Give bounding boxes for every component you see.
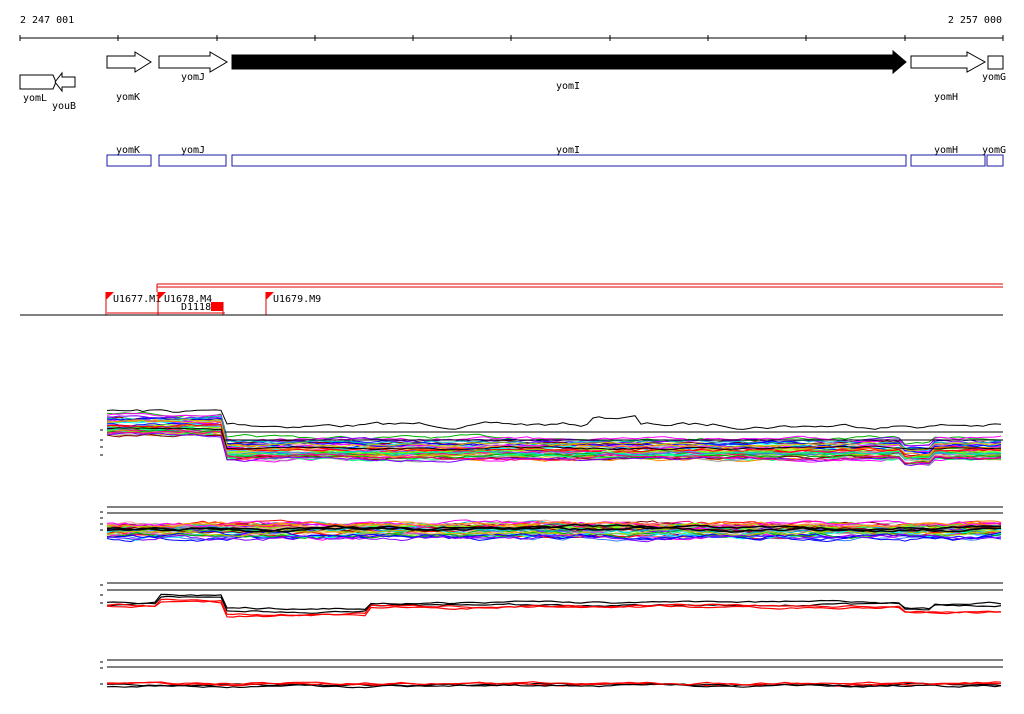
gene-label-yomI: yomI xyxy=(556,81,580,92)
gene-label-yomH: yomH xyxy=(934,92,958,103)
transcript-label-yomJ: yomJ xyxy=(181,145,205,156)
gene-arrow-youB xyxy=(54,71,76,93)
marker-block xyxy=(211,302,223,311)
gene-arrow-yomJ xyxy=(158,51,228,73)
gene-yomH[interactable]: yomH xyxy=(910,51,987,103)
transcript-yomH[interactable]: yomH xyxy=(910,145,986,167)
transcript-box-yomG xyxy=(986,154,1004,167)
profile-line xyxy=(106,409,1002,430)
gene-track: yomL youB yomK yomJ yomI yomH yomG xyxy=(19,49,1006,112)
marker-label-U1677: U1677.M1 xyxy=(113,294,161,305)
gene-yomK[interactable]: yomK xyxy=(106,51,152,103)
expression-panel-1 xyxy=(100,409,1003,467)
expression-panel-2 xyxy=(100,506,1003,543)
gene-label-yomJ: yomJ xyxy=(181,72,205,83)
transcript-yomI[interactable]: yomI xyxy=(231,145,907,167)
transcript-box-yomI xyxy=(231,154,907,167)
transcript-label-yomK: yomK xyxy=(116,145,140,156)
ruler-start-label: 2 247 001 xyxy=(20,15,74,26)
marker-track: U1677.M1 U1678.M4 D1118 U1679.M9 xyxy=(20,283,1003,316)
gene-youB[interactable]: youB xyxy=(52,71,76,112)
transcript-box-yomH xyxy=(910,154,986,167)
gene-arrow-yomH xyxy=(910,51,987,73)
marker-label-D1118: D1118 xyxy=(181,302,211,313)
gene-arrow-yomK xyxy=(106,51,152,73)
gene-label-yomL: yomL xyxy=(23,93,47,104)
transcript-label-yomG: yomG xyxy=(982,145,1006,156)
transcript-yomG[interactable]: yomG xyxy=(982,145,1006,167)
expression-panel-3 xyxy=(100,582,1003,618)
transcript-yomJ[interactable]: yomJ xyxy=(158,145,227,167)
gene-yomJ[interactable]: yomJ xyxy=(158,51,228,83)
marker-U1677[interactable]: U1677.M1 xyxy=(105,292,161,315)
gene-label-yomG: yomG xyxy=(982,72,1006,83)
ruler-end-label: 2 257 000 xyxy=(948,15,1002,26)
gene-label-yomK: yomK xyxy=(116,92,140,103)
marker-U1679[interactable]: U1679.M9 xyxy=(265,292,321,315)
transcript-track: yomK yomJ yomI yomH yomG xyxy=(106,145,1006,167)
gene-yomL[interactable]: yomL xyxy=(19,74,57,104)
marker-label-U1679: U1679.M9 xyxy=(273,294,321,305)
gene-arrow-yomG xyxy=(987,55,1004,70)
profile-line xyxy=(106,595,1002,614)
genome-browser: 2 247 001 2 257 000 yomL youB yomK yomJ … xyxy=(19,15,1006,689)
transcript-label-yomI: yomI xyxy=(556,145,580,156)
expression-panel-4 xyxy=(100,659,1003,689)
transcript-box-yomJ xyxy=(158,154,227,167)
gene-arrow-yomL xyxy=(19,74,57,90)
gene-arrow-yomI xyxy=(231,49,907,75)
transcript-box-yomK xyxy=(106,154,152,167)
transcript-label-yomH: yomH xyxy=(934,145,958,156)
gene-label-youB: youB xyxy=(52,101,76,112)
transcript-yomK[interactable]: yomK xyxy=(106,145,152,167)
gene-yomI[interactable]: yomI xyxy=(231,49,907,92)
gene-yomG[interactable]: yomG xyxy=(982,55,1006,83)
coordinate-ruler: 2 247 001 2 257 000 xyxy=(19,15,1004,41)
